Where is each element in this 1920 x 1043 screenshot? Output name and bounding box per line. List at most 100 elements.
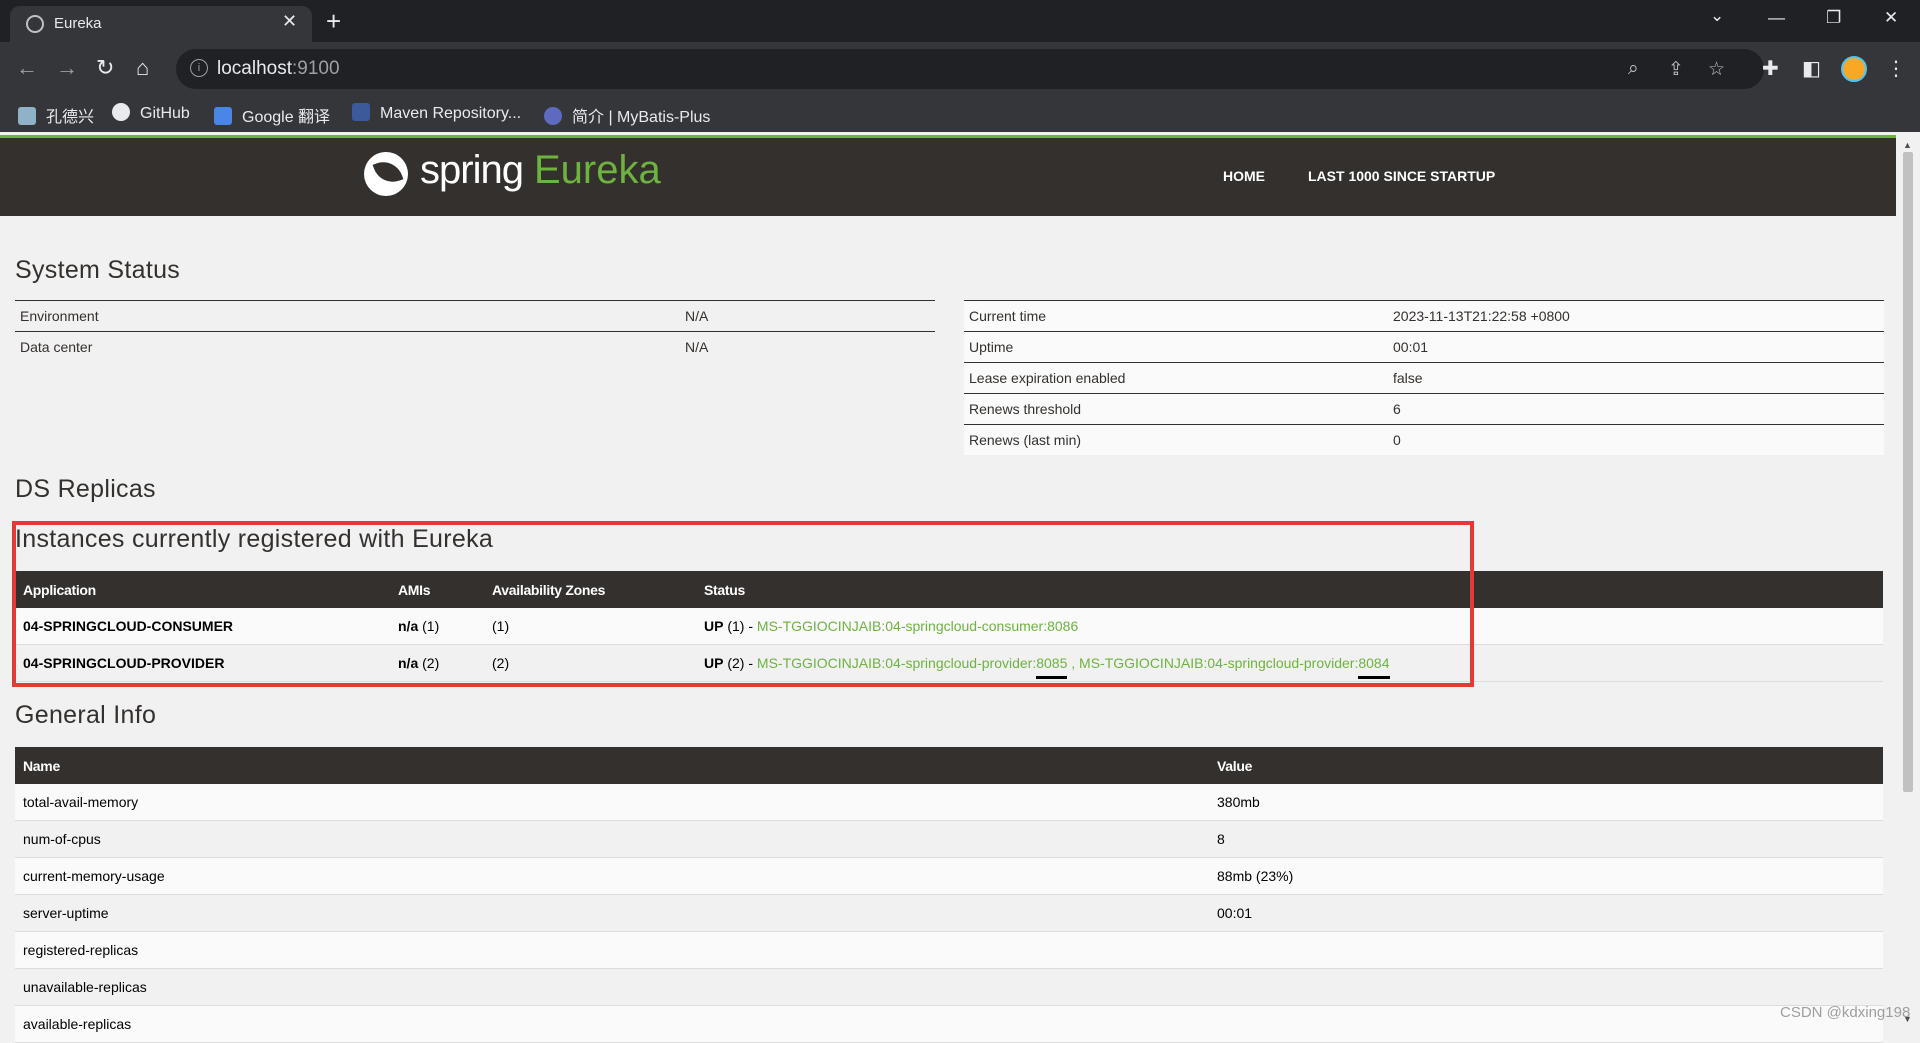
bookmark-favicon — [18, 107, 36, 125]
share-icon[interactable]: ⇪ — [1668, 58, 1684, 81]
table-row: Lease expiration enabled false — [964, 362, 1884, 394]
eureka-header: spring Eureka HOME LAST 1000 SINCE START… — [0, 138, 1896, 216]
bookmark-item[interactable]: GitHub — [112, 103, 190, 123]
bookmark-star-icon[interactable]: ☆ — [1708, 58, 1725, 81]
table-row: available-replicas — [15, 1005, 1883, 1043]
url-port: :9100 — [292, 58, 340, 79]
system-status-left-table: Environment N/A Data center N/A — [15, 300, 935, 362]
zoom-icon[interactable]: ⌕ — [1628, 58, 1639, 80]
system-status-title: System Status — [15, 256, 181, 284]
scrollbar-thumb[interactable] — [1903, 152, 1913, 792]
status-label: Renews threshold — [964, 393, 1388, 425]
table-row: Data center N/A — [15, 331, 935, 362]
close-tab-icon[interactable]: ✕ — [282, 11, 297, 32]
bookmark-item[interactable]: Maven Repository... — [352, 103, 521, 123]
ds-replicas-title: DS Replicas — [15, 475, 156, 503]
logo-spring-text[interactable]: spring — [420, 148, 524, 193]
nav-home[interactable]: HOME — [1223, 168, 1265, 184]
bookmark-label: Maven Repository... — [380, 105, 522, 122]
status-label: Current time — [964, 300, 1388, 332]
close-window-icon[interactable]: ✕ — [1884, 8, 1898, 28]
side-panel-icon[interactable]: ◧ — [1802, 56, 1821, 81]
bookmark-item[interactable]: 简介 | MyBatis-Plus — [544, 103, 710, 127]
table-row: server-uptime 00:01 — [15, 894, 1883, 932]
status-value: 2023-11-13T21:22:58 +0800 — [1388, 300, 1884, 332]
info-name: unavailable-replicas — [15, 968, 1209, 1006]
mybatis-icon — [544, 107, 562, 125]
status-label: Uptime — [964, 331, 1388, 363]
col-value: Value — [1209, 747, 1883, 784]
home-icon[interactable]: ⌂ — [136, 55, 149, 81]
bookmark-label: GitHub — [140, 105, 190, 122]
info-name: current-memory-usage — [15, 857, 1209, 895]
info-value: 00:01 — [1209, 894, 1883, 932]
highlight-box — [12, 521, 1474, 687]
reload-icon[interactable]: ↻ — [96, 55, 114, 81]
table-row: Renews threshold 6 — [964, 393, 1884, 425]
maven-icon — [352, 103, 370, 121]
table-row: num-of-cpus 8 — [15, 820, 1883, 858]
info-value: 8 — [1209, 820, 1883, 858]
status-value: 00:01 — [1388, 331, 1884, 363]
system-status-right-table: Current time 2023-11-13T21:22:58 +0800 Up… — [964, 300, 1884, 455]
info-value: 88mb (23%) — [1209, 857, 1883, 895]
extensions-icon[interactable]: ✚ — [1762, 56, 1779, 81]
status-value: 0 — [1388, 424, 1884, 455]
bookmarks-bar: 孔德兴 GitHub Google 翻译 Maven Repository...… — [0, 96, 1920, 132]
browser-tab[interactable]: Eureka ✕ — [10, 6, 312, 42]
info-name: total-avail-memory — [15, 784, 1209, 821]
general-info-title: General Info — [15, 701, 157, 729]
info-name: num-of-cpus — [15, 820, 1209, 858]
info-value: 380mb — [1209, 784, 1883, 821]
browser-toolbar: ← → ↻ ⌂ i localhost:9100 ⌕ ⇪ ☆ — [0, 42, 1920, 96]
table-header-row: Name Value — [15, 747, 1883, 784]
table-row: registered-replicas — [15, 931, 1883, 969]
status-value: N/A — [680, 300, 935, 332]
table-row: total-avail-memory 380mb — [15, 784, 1883, 821]
tab-search-icon[interactable]: ⌄ — [1710, 6, 1724, 26]
bookmark-item[interactable]: Google 翻译 — [214, 103, 330, 127]
profile-avatar[interactable] — [1841, 56, 1867, 82]
info-value — [1209, 931, 1883, 969]
new-tab-button[interactable]: + — [326, 6, 341, 37]
table-row: current-memory-usage 88mb (23%) — [15, 857, 1883, 895]
info-name: registered-replicas — [15, 931, 1209, 969]
github-icon — [112, 103, 130, 121]
table-row: Environment N/A — [15, 300, 935, 332]
back-icon[interactable]: ← — [16, 55, 38, 81]
globe-icon — [26, 15, 44, 33]
google-translate-icon — [214, 107, 232, 125]
bookmark-label: Google 翻译 — [242, 109, 331, 126]
logo-eureka-text[interactable]: Eureka — [534, 148, 661, 193]
url-text: localhost:9100 — [217, 58, 340, 80]
menu-icon[interactable]: ⋮ — [1886, 56, 1906, 81]
scroll-up-icon[interactable]: ▲ — [1903, 140, 1912, 150]
col-name: Name — [15, 747, 1209, 784]
forward-icon[interactable]: → — [56, 55, 78, 81]
minimize-icon[interactable]: — — [1768, 8, 1785, 28]
table-row: unavailable-replicas — [15, 968, 1883, 1006]
restore-icon[interactable]: ❐ — [1826, 8, 1841, 28]
status-label: Lease expiration enabled — [964, 362, 1388, 394]
table-row: Current time 2023-11-13T21:22:58 +0800 — [964, 300, 1884, 332]
info-name: available-replicas — [15, 1005, 1209, 1043]
table-row: Uptime 00:01 — [964, 331, 1884, 363]
browser-titlebar: Eureka ✕ + ⌄ — ❐ ✕ — [0, 0, 1920, 42]
status-label: Environment — [15, 300, 680, 332]
bookmark-item[interactable]: 孔德兴 — [18, 103, 94, 127]
site-info-icon[interactable]: i — [190, 59, 208, 77]
bookmark-label: 简介 | MyBatis-Plus — [572, 109, 711, 126]
tab-title: Eureka — [54, 15, 102, 32]
status-label: Renews (last min) — [964, 424, 1388, 455]
address-bar[interactable]: i localhost:9100 ⌕ ⇪ ☆ — [176, 49, 1764, 89]
nav-last-1000[interactable]: LAST 1000 SINCE STARTUP — [1308, 168, 1495, 184]
spring-logo-icon[interactable] — [364, 152, 408, 196]
page-scrollbar[interactable]: ▲ ▼ — [1896, 138, 1920, 1030]
status-value: N/A — [680, 331, 935, 362]
general-info-table: Name Value total-avail-memory 380mb num-o… — [15, 747, 1883, 1043]
status-value: false — [1388, 362, 1884, 394]
bookmark-label: 孔德兴 — [46, 109, 95, 126]
url-host: localhost — [217, 58, 292, 79]
watermark: CSDN @kdxing198 — [1780, 1004, 1911, 1021]
info-name: server-uptime — [15, 894, 1209, 932]
